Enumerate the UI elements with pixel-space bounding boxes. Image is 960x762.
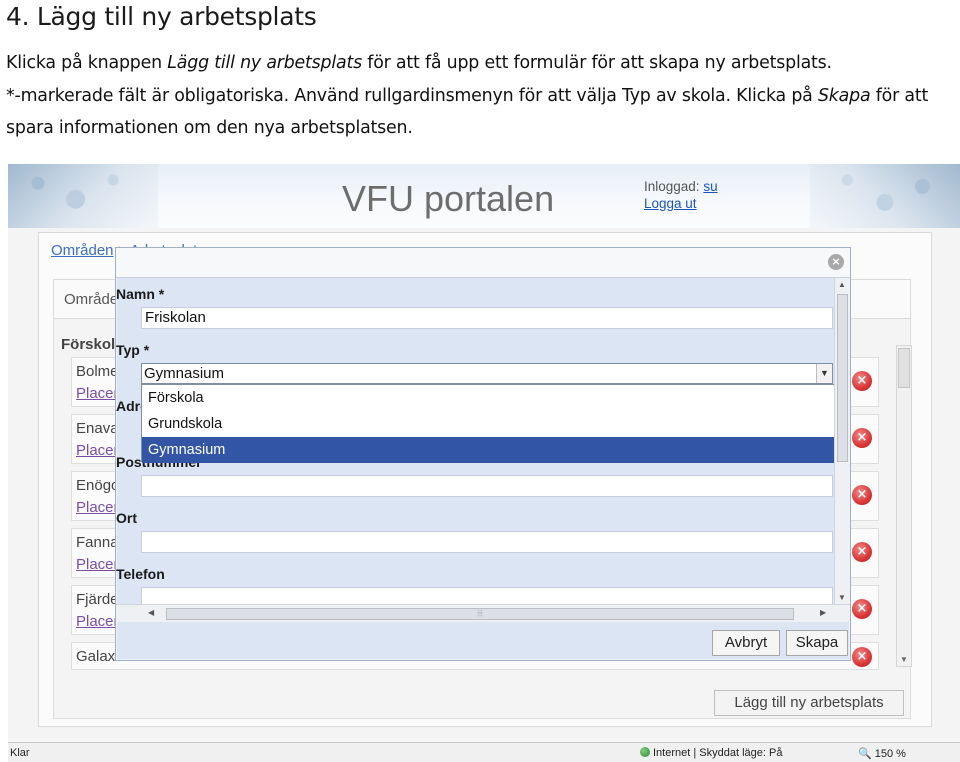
dialog-titlebar: ×: [116, 248, 850, 278]
scroll-down-icon[interactable]: ▼: [838, 593, 846, 602]
new-workplace-dialog: × Namn * Friskolan Typ * Gymnasium ▼ Adr…: [115, 247, 851, 661]
banner-decoration-right: [810, 164, 960, 228]
browser-statusbar: Klar Internet | Skyddat läge: På 🔍 150 %: [8, 742, 960, 762]
banner-decoration-left: [8, 164, 158, 228]
doc-text-emphasis-1: Lägg till ny arbetsplats: [167, 53, 362, 73]
globe-icon: [640, 747, 650, 757]
scroll-down-icon[interactable]: ▼: [900, 655, 908, 664]
create-button[interactable]: Skapa: [786, 630, 848, 656]
doc-text-emphasis-2: Skapa: [817, 85, 871, 106]
zoom-level[interactable]: 🔍 150 %: [858, 747, 906, 760]
type-option-preschool[interactable]: Förskola: [142, 385, 834, 411]
type-label: Typ *: [116, 342, 150, 358]
delete-icon[interactable]: ×: [852, 599, 872, 619]
browser-screenshot: VFU portalen Inloggad: su Logga ut Områd…: [8, 164, 960, 762]
site-title: VFU portalen: [342, 178, 555, 219]
doc-text-2: för att få upp ett formulär för att skap…: [361, 53, 832, 73]
cancel-button[interactable]: Avbryt: [712, 630, 780, 656]
logged-in-label: Inloggad:: [644, 179, 704, 194]
scroll-left-icon[interactable]: ◀: [148, 608, 154, 617]
phone-field[interactable]: [141, 587, 833, 604]
page-scrollbar[interactable]: ▼: [896, 345, 912, 667]
login-info: Inloggad: su Logga ut: [644, 178, 718, 212]
add-workplace-button[interactable]: Lägg till ny arbetsplats: [714, 690, 904, 716]
phone-label: Telefon: [116, 566, 165, 582]
close-icon[interactable]: ×: [828, 254, 844, 270]
dialog-horizontal-scrollbar[interactable]: ◀ ⦙⦙⦙ ▶: [116, 604, 850, 622]
dialog-horizontal-scrollbar-thumb[interactable]: ⦙⦙⦙: [166, 608, 794, 620]
city-field[interactable]: [141, 531, 833, 553]
doc-heading: 4. Lägg till ny arbetsplats: [6, 2, 317, 31]
dialog-vertical-scrollbar[interactable]: ▲ ▼: [834, 278, 850, 604]
magnifier-icon: 🔍: [858, 748, 872, 760]
doc-text-3: *-markerade fält är obligatoriska. Använ…: [6, 85, 818, 106]
type-dropdown-list: Förskola Grundskola Gymnasium: [141, 384, 834, 463]
breadcrumb-areas[interactable]: Områden: [51, 242, 114, 259]
scroll-right-icon[interactable]: ▶: [820, 608, 826, 617]
city-label: Ort: [116, 510, 137, 526]
type-selected-value: Gymnasium: [144, 365, 225, 382]
name-field[interactable]: Friskolan: [141, 307, 833, 329]
security-zone: Internet | Skyddat läge: På: [640, 747, 782, 759]
site-banner: VFU portalen Inloggad: su Logga ut: [8, 164, 960, 228]
username-link[interactable]: su: [703, 179, 717, 194]
security-zone-text: Internet | Skyddat läge: På: [653, 747, 783, 759]
delete-icon[interactable]: ×: [852, 485, 872, 505]
doc-text-1: Klicka på knappen: [6, 53, 168, 73]
delete-icon[interactable]: ×: [852, 647, 872, 667]
dialog-form: Namn * Friskolan Typ * Gymnasium ▼ Adres…: [116, 278, 834, 604]
type-option-primary-school[interactable]: Grundskola: [142, 411, 834, 437]
logout-link[interactable]: Logga ut: [644, 196, 697, 211]
zoom-level-text: 150 %: [874, 748, 906, 760]
chevron-down-icon[interactable]: ▼: [816, 364, 832, 383]
scroll-up-icon[interactable]: ▲: [838, 280, 846, 289]
doc-paragraph: Klicka på knappen Lägg till ny arbetspla…: [6, 47, 956, 145]
dialog-vertical-scrollbar-thumb[interactable]: [837, 294, 848, 462]
delete-icon[interactable]: ×: [852, 371, 872, 391]
name-label: Namn *: [116, 286, 165, 302]
delete-icon[interactable]: ×: [852, 542, 872, 562]
type-select[interactable]: Gymnasium ▼: [141, 363, 833, 384]
delete-icon[interactable]: ×: [852, 428, 872, 448]
status-text: Klar: [10, 747, 30, 759]
page-scrollbar-thumb[interactable]: [898, 348, 910, 388]
place-name: Fanna: [76, 534, 119, 551]
postal-code-field[interactable]: [141, 475, 833, 497]
type-option-upper-secondary[interactable]: Gymnasium: [142, 437, 834, 463]
